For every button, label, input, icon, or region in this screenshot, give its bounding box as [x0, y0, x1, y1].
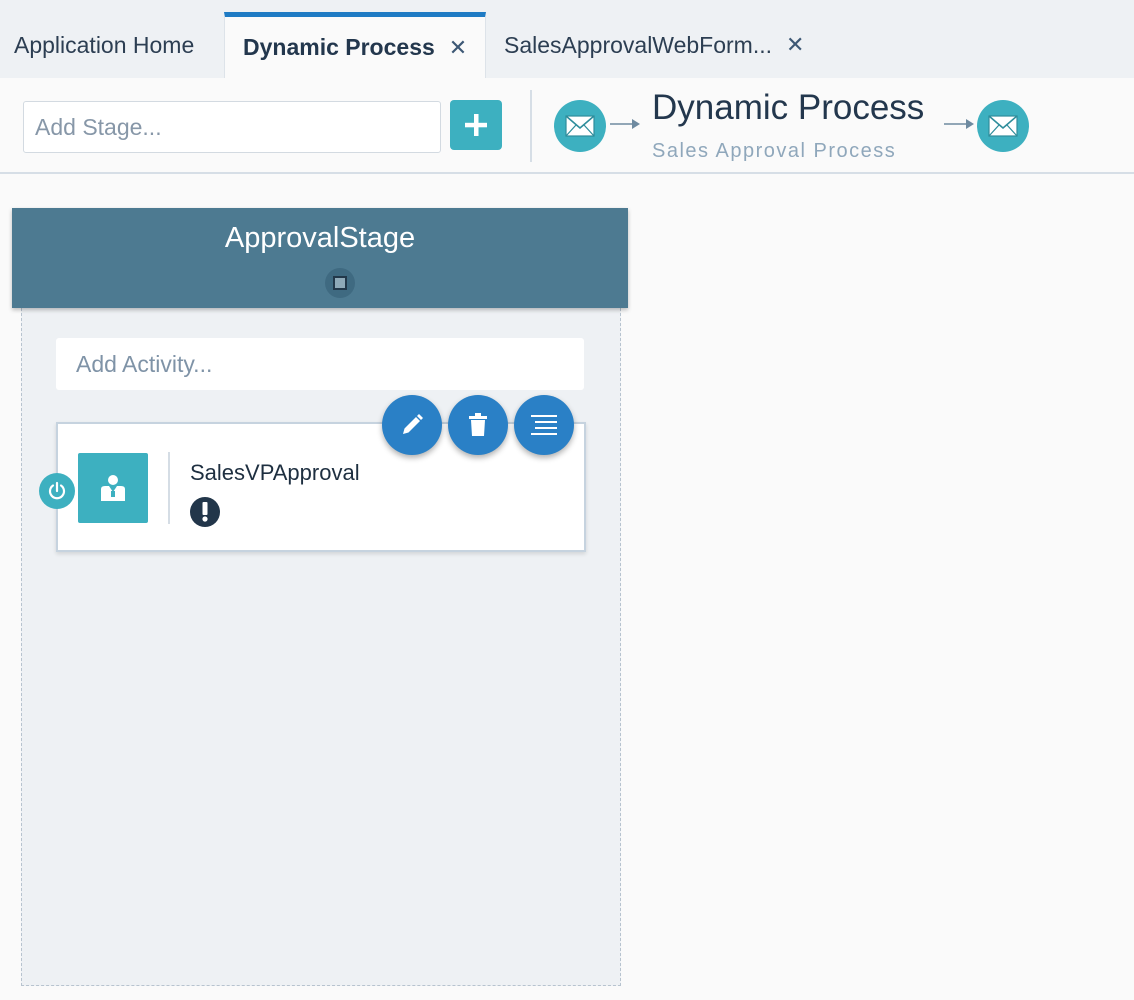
tab-label: SalesApprovalWebForm...: [504, 31, 773, 58]
tab-application-home[interactable]: Application Home: [0, 12, 224, 78]
end-event[interactable]: [977, 100, 1029, 152]
add-stage-button[interactable]: [450, 100, 502, 150]
square-icon: [333, 276, 347, 290]
activity-name: SalesVPApproval: [190, 460, 360, 485]
add-stage-input[interactable]: [23, 101, 441, 153]
close-icon[interactable]: ✕: [786, 32, 804, 58]
tab-label: Dynamic Process: [243, 34, 435, 60]
tab-label: Application Home: [14, 31, 195, 58]
delete-activity-button[interactable]: [448, 395, 508, 455]
tab-sales-approval-web-form[interactable]: SalesApprovalWebForm... ✕: [486, 12, 826, 78]
edit-activity-button[interactable]: [382, 395, 442, 455]
add-activity-input[interactable]: [56, 338, 584, 390]
stage-title: ApprovalStage: [224, 222, 416, 254]
menu-lines-icon: [531, 415, 557, 435]
flow-arrow-icon: [944, 119, 974, 129]
stage-header[interactable]: ApprovalStage: [12, 208, 628, 308]
tab-bar: Application Home Dynamic Process ✕ Sales…: [0, 0, 1134, 78]
power-icon: [48, 481, 66, 500]
user-task-icon: [78, 453, 148, 523]
activity-menu-button[interactable]: [514, 395, 574, 455]
envelope-icon: [988, 115, 1018, 137]
card-divider: [168, 452, 170, 524]
pencil-icon: [403, 414, 423, 434]
envelope-icon: [565, 115, 595, 137]
process-subtitle: Sales Approval Process: [652, 140, 897, 162]
start-event[interactable]: [554, 100, 606, 152]
activity-toggle-button[interactable]: [39, 473, 75, 509]
tab-dynamic-process[interactable]: Dynamic Process ✕: [224, 12, 486, 78]
warning-icon: [190, 497, 220, 527]
close-icon[interactable]: ✕: [449, 35, 467, 61]
process-title: Dynamic Process: [652, 88, 925, 127]
plus-icon: [465, 114, 487, 136]
stage-collapse-toggle[interactable]: [325, 268, 355, 298]
toolbar-divider: [530, 90, 532, 162]
flow-arrow-icon: [610, 119, 640, 129]
process-toolbar: Dynamic Process Sales Approval Process: [0, 78, 1134, 174]
activity-card[interactable]: SalesVPApproval: [56, 422, 586, 552]
trash-icon: [469, 413, 487, 436]
